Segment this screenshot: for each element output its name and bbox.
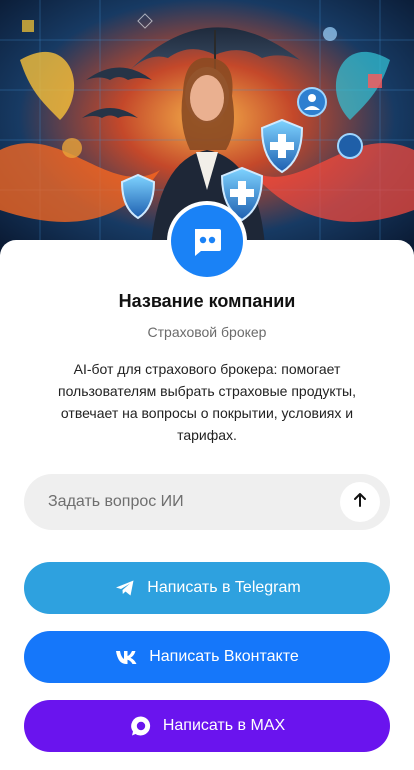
write-vk-button[interactable]: Написать Вконтакте [24, 631, 390, 683]
ask-ai-field [24, 474, 390, 530]
ask-ai-input[interactable] [48, 474, 328, 530]
telegram-icon [113, 576, 137, 600]
company-description: AI-бот для страхового брокера: помогает … [58, 361, 356, 443]
company-avatar [167, 201, 247, 281]
company-name: Название компании [118, 291, 296, 311]
vk-icon [115, 645, 139, 669]
write-telegram-label: Написать в Telegram [147, 579, 301, 596]
write-max-button[interactable]: Написать в MAX [24, 700, 390, 752]
write-max-label: Написать в MAX [162, 717, 286, 734]
send-button[interactable] [340, 482, 380, 522]
write-vk-label: Написать Вконтакте [149, 648, 299, 665]
company-type: Страховой брокер [147, 324, 267, 340]
arrow-up-icon [351, 491, 369, 514]
max-icon [129, 714, 153, 738]
write-telegram-button[interactable]: Написать в Telegram [24, 562, 390, 614]
chat-bot-icon [171, 205, 243, 277]
